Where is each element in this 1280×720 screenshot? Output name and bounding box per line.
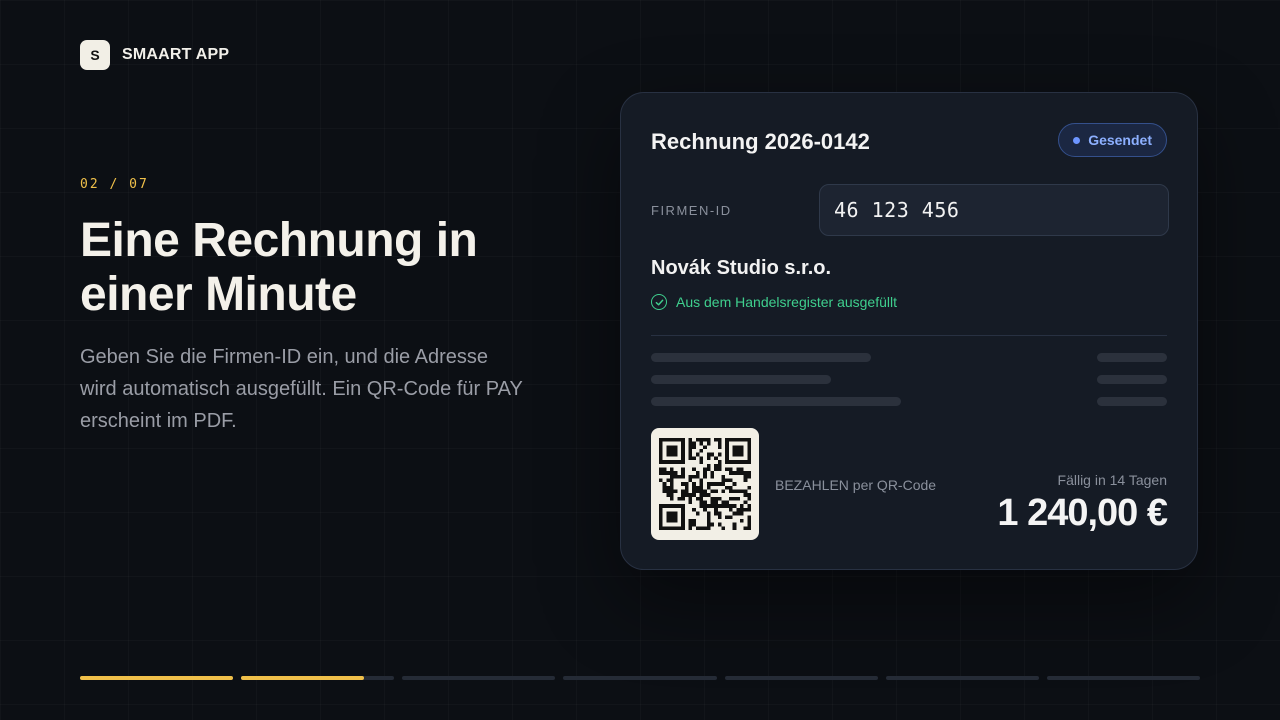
progress-segment [563,676,717,680]
qr-code-icon [659,438,751,530]
check-circle-icon [651,294,667,310]
progress-segment-fill [80,676,234,680]
status-badge: Gesendet [1058,123,1167,157]
company-id-label: FIRMEN-ID [651,203,732,218]
skeleton-line [651,353,871,362]
invoice-title: Rechnung 2026-0142 [651,129,870,154]
pay-label: BEZAHLEN per QR-Code [775,477,937,493]
company-id-input[interactable]: 46 123 456 [819,184,1169,236]
slide-title: Eine Rechnung in einer Minute [80,214,478,321]
skeleton-line [651,375,831,384]
slide-progress [80,676,1200,680]
status-dot-icon [1073,136,1081,144]
skeleton-line [1097,353,1167,362]
brand: S SMAART APP [80,40,229,70]
invoice-card: Rechnung 2026-0142 Gesendet FIRMEN-ID 46… [620,92,1198,570]
progress-segment-fill [241,676,364,680]
slide-subtitle: Geben Sie die Firmen-ID ein, und die Adr… [80,346,523,432]
autofill-note-text: Aus dem Handelsregister ausgefüllt [676,294,898,310]
progress-segment [402,676,556,680]
skeleton-line [1097,397,1167,406]
divider [651,335,1167,336]
autofill-note: Aus dem Handelsregister ausgefüllt [651,294,897,310]
invoice-amount: 1 240,00 € [997,492,1168,534]
app-logo: S [80,40,110,70]
status-badge-label: Gesendet [1088,132,1152,148]
skeleton-line [651,397,901,406]
step-counter: 02 / 07 [80,177,149,192]
app-name: SMAART APP [122,46,230,63]
progress-segment [1046,676,1200,680]
due-label: Fällig in 14 Tagen [1057,472,1167,488]
company-name: Novák Studio s.r.o. [651,257,832,279]
progress-segment [724,676,878,680]
progress-segment [885,676,1039,680]
skeleton-line [1097,375,1167,384]
qr-code [651,428,759,540]
